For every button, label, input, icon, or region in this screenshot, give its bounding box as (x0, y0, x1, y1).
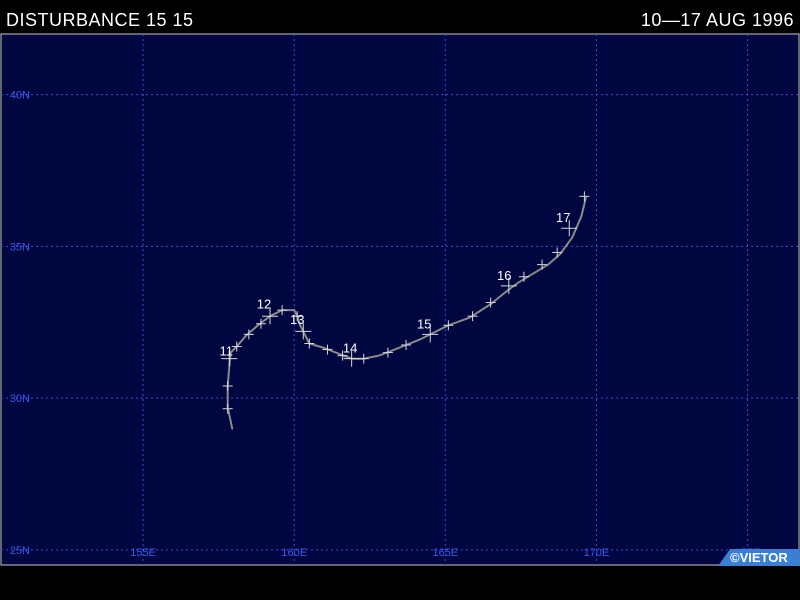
longitude-label: 165E (432, 547, 458, 559)
latitude-label: 35N (10, 241, 30, 253)
latitude-label: 25N (10, 545, 30, 557)
day-label: 11 (219, 344, 233, 359)
longitude-label: 160E (281, 547, 307, 559)
day-label: 17 (556, 210, 570, 225)
latitude-label: 40N (10, 90, 30, 102)
track-map: 155E160E165E170E175E25N30N35N40N 1112131… (0, 33, 800, 566)
day-label: 15 (417, 316, 431, 331)
latitude-label: 30N (10, 393, 30, 405)
map-ocean-background (0, 33, 800, 566)
credit-text: ©VIETOR (730, 550, 788, 565)
day-label: 16 (497, 268, 511, 283)
longitude-label: 155E (130, 547, 156, 559)
longitude-label: 170E (584, 547, 610, 559)
day-label: 13 (290, 312, 304, 327)
vietor-credit-badge: ©VIETOR (718, 549, 800, 566)
day-label: 12 (257, 297, 271, 312)
day-label: 14 (343, 341, 357, 356)
storm-track-screen: DISTURBANCE 15 15 10—17 AUG 1996 155E 160… (0, 0, 800, 600)
